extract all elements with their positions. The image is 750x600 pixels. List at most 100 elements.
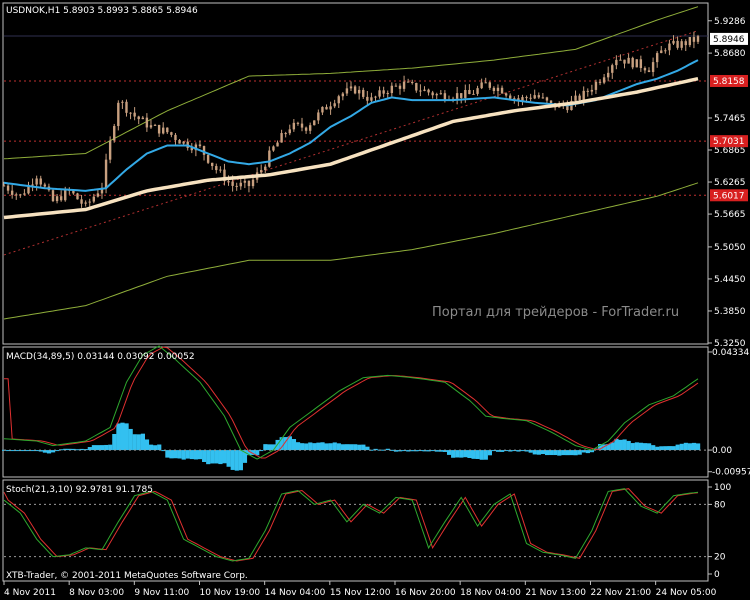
candle-body [402, 81, 406, 89]
macd-header: MACD(34,89,5) 0.03144 0.03092 0.00052 [6, 352, 195, 362]
macd-histogram-bar [561, 450, 566, 456]
candle-body [374, 96, 377, 98]
macd-histogram-bar [218, 450, 223, 465]
macd-histogram-bar [353, 444, 358, 451]
y-tick-label: 5.3850 [714, 307, 746, 317]
x-tick-label: 15 Nov 12:00 [330, 588, 391, 598]
x-tick-label: 22 Nov 21:00 [590, 588, 651, 598]
macd-histogram-bar [630, 443, 635, 451]
macd-histogram-bar [361, 444, 366, 451]
candle-body [341, 93, 345, 97]
candle-body [202, 146, 206, 155]
stoch-header: Stoch(21,3,10) 92.9781 91.1785 [6, 485, 153, 495]
candle-body [219, 169, 222, 171]
macd-tick-label: 0.00 [712, 446, 732, 456]
candle-body [382, 90, 385, 94]
candle-body [427, 89, 430, 93]
y-tick-label: 5.6865 [714, 146, 746, 156]
candle-body [80, 199, 83, 204]
candle-body [476, 88, 479, 94]
macd-histogram-bar [324, 443, 329, 451]
candle-body [108, 140, 112, 160]
macd-histogram-bar [691, 442, 697, 451]
macd-histogram-bar [148, 444, 154, 451]
candle-body [31, 184, 34, 186]
macd-histogram-bar [189, 450, 194, 460]
macd-histogram-bar [153, 445, 158, 451]
candle-body [329, 106, 332, 110]
y-tick-label: 5.7465 [714, 114, 746, 124]
candle-body [578, 95, 581, 101]
candle-body [64, 189, 67, 201]
x-tick-label: 21 Nov 13:00 [525, 588, 586, 598]
candle-body [496, 87, 500, 92]
macd-histogram-bar [177, 450, 182, 459]
copyright-footer: XTB-Trader, © 2001-2011 MetaQuotes Softw… [6, 571, 248, 581]
candle-body [472, 93, 475, 95]
candle-body [55, 196, 59, 202]
candle-body [35, 178, 38, 185]
macd-histogram-bar [626, 440, 631, 451]
candle-body [153, 124, 157, 126]
macd-histogram-bar [667, 446, 672, 451]
macd-histogram-bar [557, 450, 562, 456]
macd-histogram-bar [532, 450, 537, 455]
macd-histogram-bar [144, 439, 150, 451]
macd-histogram-bar [459, 450, 464, 458]
y-tick-label: 5.9286 [714, 17, 746, 27]
stoch-tick-label: 80 [714, 500, 726, 510]
macd-histogram-bar [165, 450, 170, 458]
macd-histogram-bar [577, 450, 582, 455]
macd-histogram-bar [116, 423, 121, 451]
x-tick-label: 8 Nov 03:00 [69, 588, 124, 598]
candle-body [611, 65, 614, 73]
x-tick-label: 24 Nov 05:00 [656, 588, 717, 598]
candle-body [639, 59, 643, 69]
macd-histogram-bar [91, 445, 97, 451]
macd-histogram-bar [471, 450, 476, 459]
candle-body [370, 97, 373, 101]
candle-body [606, 72, 610, 78]
chart-window[interactable]: 5.9286 5.8680 5.7465 5.6865 5.6265 5.5665 5.50… [0, 0, 750, 600]
macd-histogram-bar [622, 439, 627, 451]
candle-body [117, 102, 120, 127]
macd-histogram-bar [108, 444, 113, 451]
candle-body [586, 90, 589, 92]
candle-body [386, 93, 389, 95]
candle-body [157, 124, 161, 134]
candle-body [696, 36, 700, 42]
macd-histogram-bar [300, 443, 305, 451]
candle-body [643, 68, 647, 71]
candle-body [259, 170, 263, 173]
x-tick-label: 16 Nov 20:00 [395, 588, 456, 598]
macd-histogram-bar [487, 450, 492, 456]
macd-histogram-bar [336, 443, 341, 451]
candle-body [76, 193, 79, 200]
macd-histogram-bar [193, 450, 199, 460]
candle-body [631, 57, 634, 68]
candle-body [2, 185, 6, 187]
macd-histogram-bar [659, 446, 664, 451]
candle-body [635, 59, 638, 68]
candle-body [51, 190, 55, 202]
macd-histogram-bar [610, 442, 615, 451]
candle-body [411, 81, 414, 84]
macd-histogram-bar [467, 450, 472, 459]
candle-body [582, 90, 585, 101]
candle-body [251, 179, 255, 187]
candle-body [239, 182, 242, 187]
macd-histogram-bar [234, 450, 239, 471]
macd-histogram-bar [553, 450, 558, 456]
macd-histogram-bar [120, 422, 125, 451]
candle-body [509, 95, 512, 99]
candle-body [488, 82, 491, 88]
candle-body [480, 82, 483, 89]
macd-histogram-bar [663, 446, 668, 451]
stoch-tick-label: 0 [714, 570, 720, 580]
macd-histogram-bar [651, 445, 656, 451]
macd-histogram-bar [332, 442, 337, 451]
candle-body [500, 87, 504, 94]
candle-body [460, 93, 463, 98]
macd-histogram-bar [320, 442, 325, 451]
candle-body [264, 166, 267, 171]
